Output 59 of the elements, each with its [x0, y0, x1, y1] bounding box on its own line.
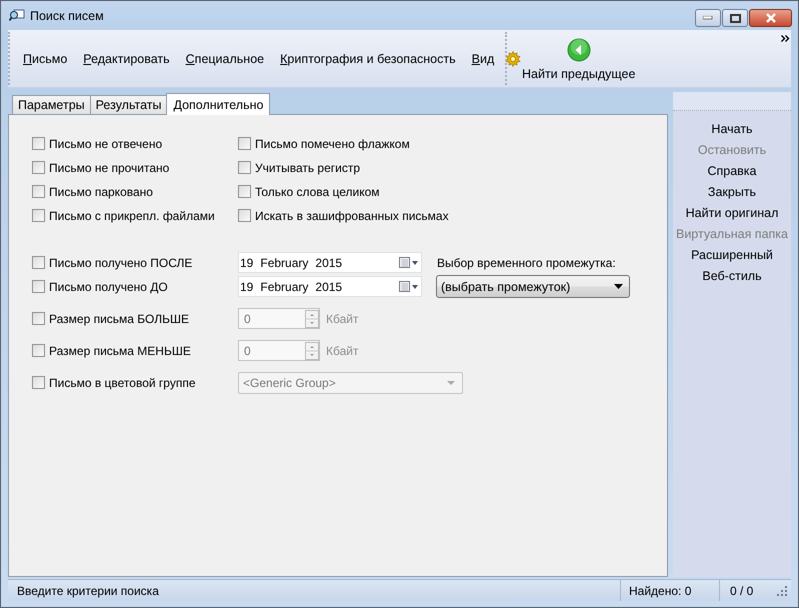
checkbox[interactable]: [32, 185, 45, 198]
menu-item[interactable]: Редактировать: [83, 52, 170, 66]
menu-item[interactable]: Криптография и безопасность: [280, 52, 456, 66]
checkbox[interactable]: [32, 256, 45, 269]
checkbox[interactable]: [238, 209, 251, 222]
checkbox[interactable]: [238, 161, 251, 174]
minimize-button[interactable]: [695, 9, 721, 27]
unit-label: Кбайт: [326, 344, 358, 358]
checkbox[interactable]: [32, 280, 45, 293]
period-dropdown[interactable]: (выбрать промежуток): [436, 275, 630, 298]
checkbox-option[interactable]: Письмо получено ПОСЛЕ: [32, 254, 238, 271]
search-mail-icon: [9, 8, 25, 22]
menu-item[interactable]: Специальное: [186, 52, 264, 66]
tab[interactable]: Результаты: [90, 95, 168, 114]
checkbox-option[interactable]: Письмо не прочитано: [32, 159, 238, 176]
window-title: Поиск писем: [30, 8, 104, 22]
checkbox-option[interactable]: Письмо не отвечено: [32, 135, 238, 152]
action-link[interactable]: Справка: [707, 160, 757, 181]
menu-item[interactable]: Письмо: [23, 52, 68, 66]
checkbox-option[interactable]: Только слова целиком: [238, 183, 667, 200]
checkbox-option[interactable]: Учитывать регистр: [238, 159, 667, 176]
checkbox[interactable]: [32, 161, 45, 174]
maximize-button[interactable]: [722, 9, 748, 27]
date-picker[interactable]: 19 February 2015: [238, 276, 422, 297]
find-previous-button[interactable]: Найти предыдущее: [518, 30, 640, 87]
checkbox[interactable]: [32, 137, 45, 150]
tab[interactable]: Параметры: [12, 95, 91, 114]
action-link[interactable]: Закрыть: [708, 181, 756, 202]
resize-grip-icon[interactable]: [776, 584, 788, 596]
dropdown-arrow-icon: [614, 284, 623, 289]
result-position: 0 / 0: [719, 580, 772, 601]
action-link[interactable]: Найти оригинал: [686, 202, 778, 223]
minimize-icon: [703, 16, 713, 20]
close-button[interactable]: [749, 9, 792, 27]
action-link[interactable]: Начать: [711, 118, 753, 139]
date-picker[interactable]: 19 February 2015: [238, 252, 422, 273]
dropdown-arrow-icon: [447, 380, 455, 384]
calendar-icon: [399, 281, 419, 293]
action-link[interactable]: Расширенный: [691, 244, 773, 265]
checkbox-option[interactable]: Письмо парковано: [32, 183, 238, 200]
unit-label: Кбайт: [326, 312, 358, 326]
action-link[interactable]: Веб-стиль: [702, 265, 762, 286]
tab[interactable]: Дополнительно: [166, 93, 270, 115]
status-message: Введите критерии поиска: [16, 584, 160, 598]
checkbox-option[interactable]: Искать в зашифрованных письмах: [238, 207, 667, 224]
calendar-icon: [399, 257, 419, 269]
chevron-icon[interactable]: [781, 35, 790, 42]
checkbox[interactable]: [32, 209, 45, 222]
checkbox[interactable]: [238, 137, 251, 150]
maximize-icon: [730, 14, 740, 22]
found-count: Найдено: 0: [620, 580, 719, 601]
menu-item[interactable]: Вид: [472, 52, 494, 66]
checkbox-option[interactable]: Письмо помечено флажком: [238, 135, 667, 152]
period-label: Выбор временного промежутка:: [437, 256, 616, 270]
close-icon: [764, 13, 776, 23]
checkbox[interactable]: [238, 185, 251, 198]
checkbox-option[interactable]: Письмо получено ДО: [32, 278, 238, 295]
gear-icon[interactable]: [505, 50, 522, 66]
checkbox-option[interactable]: Письмо с прикрепл. файлами: [32, 207, 238, 224]
